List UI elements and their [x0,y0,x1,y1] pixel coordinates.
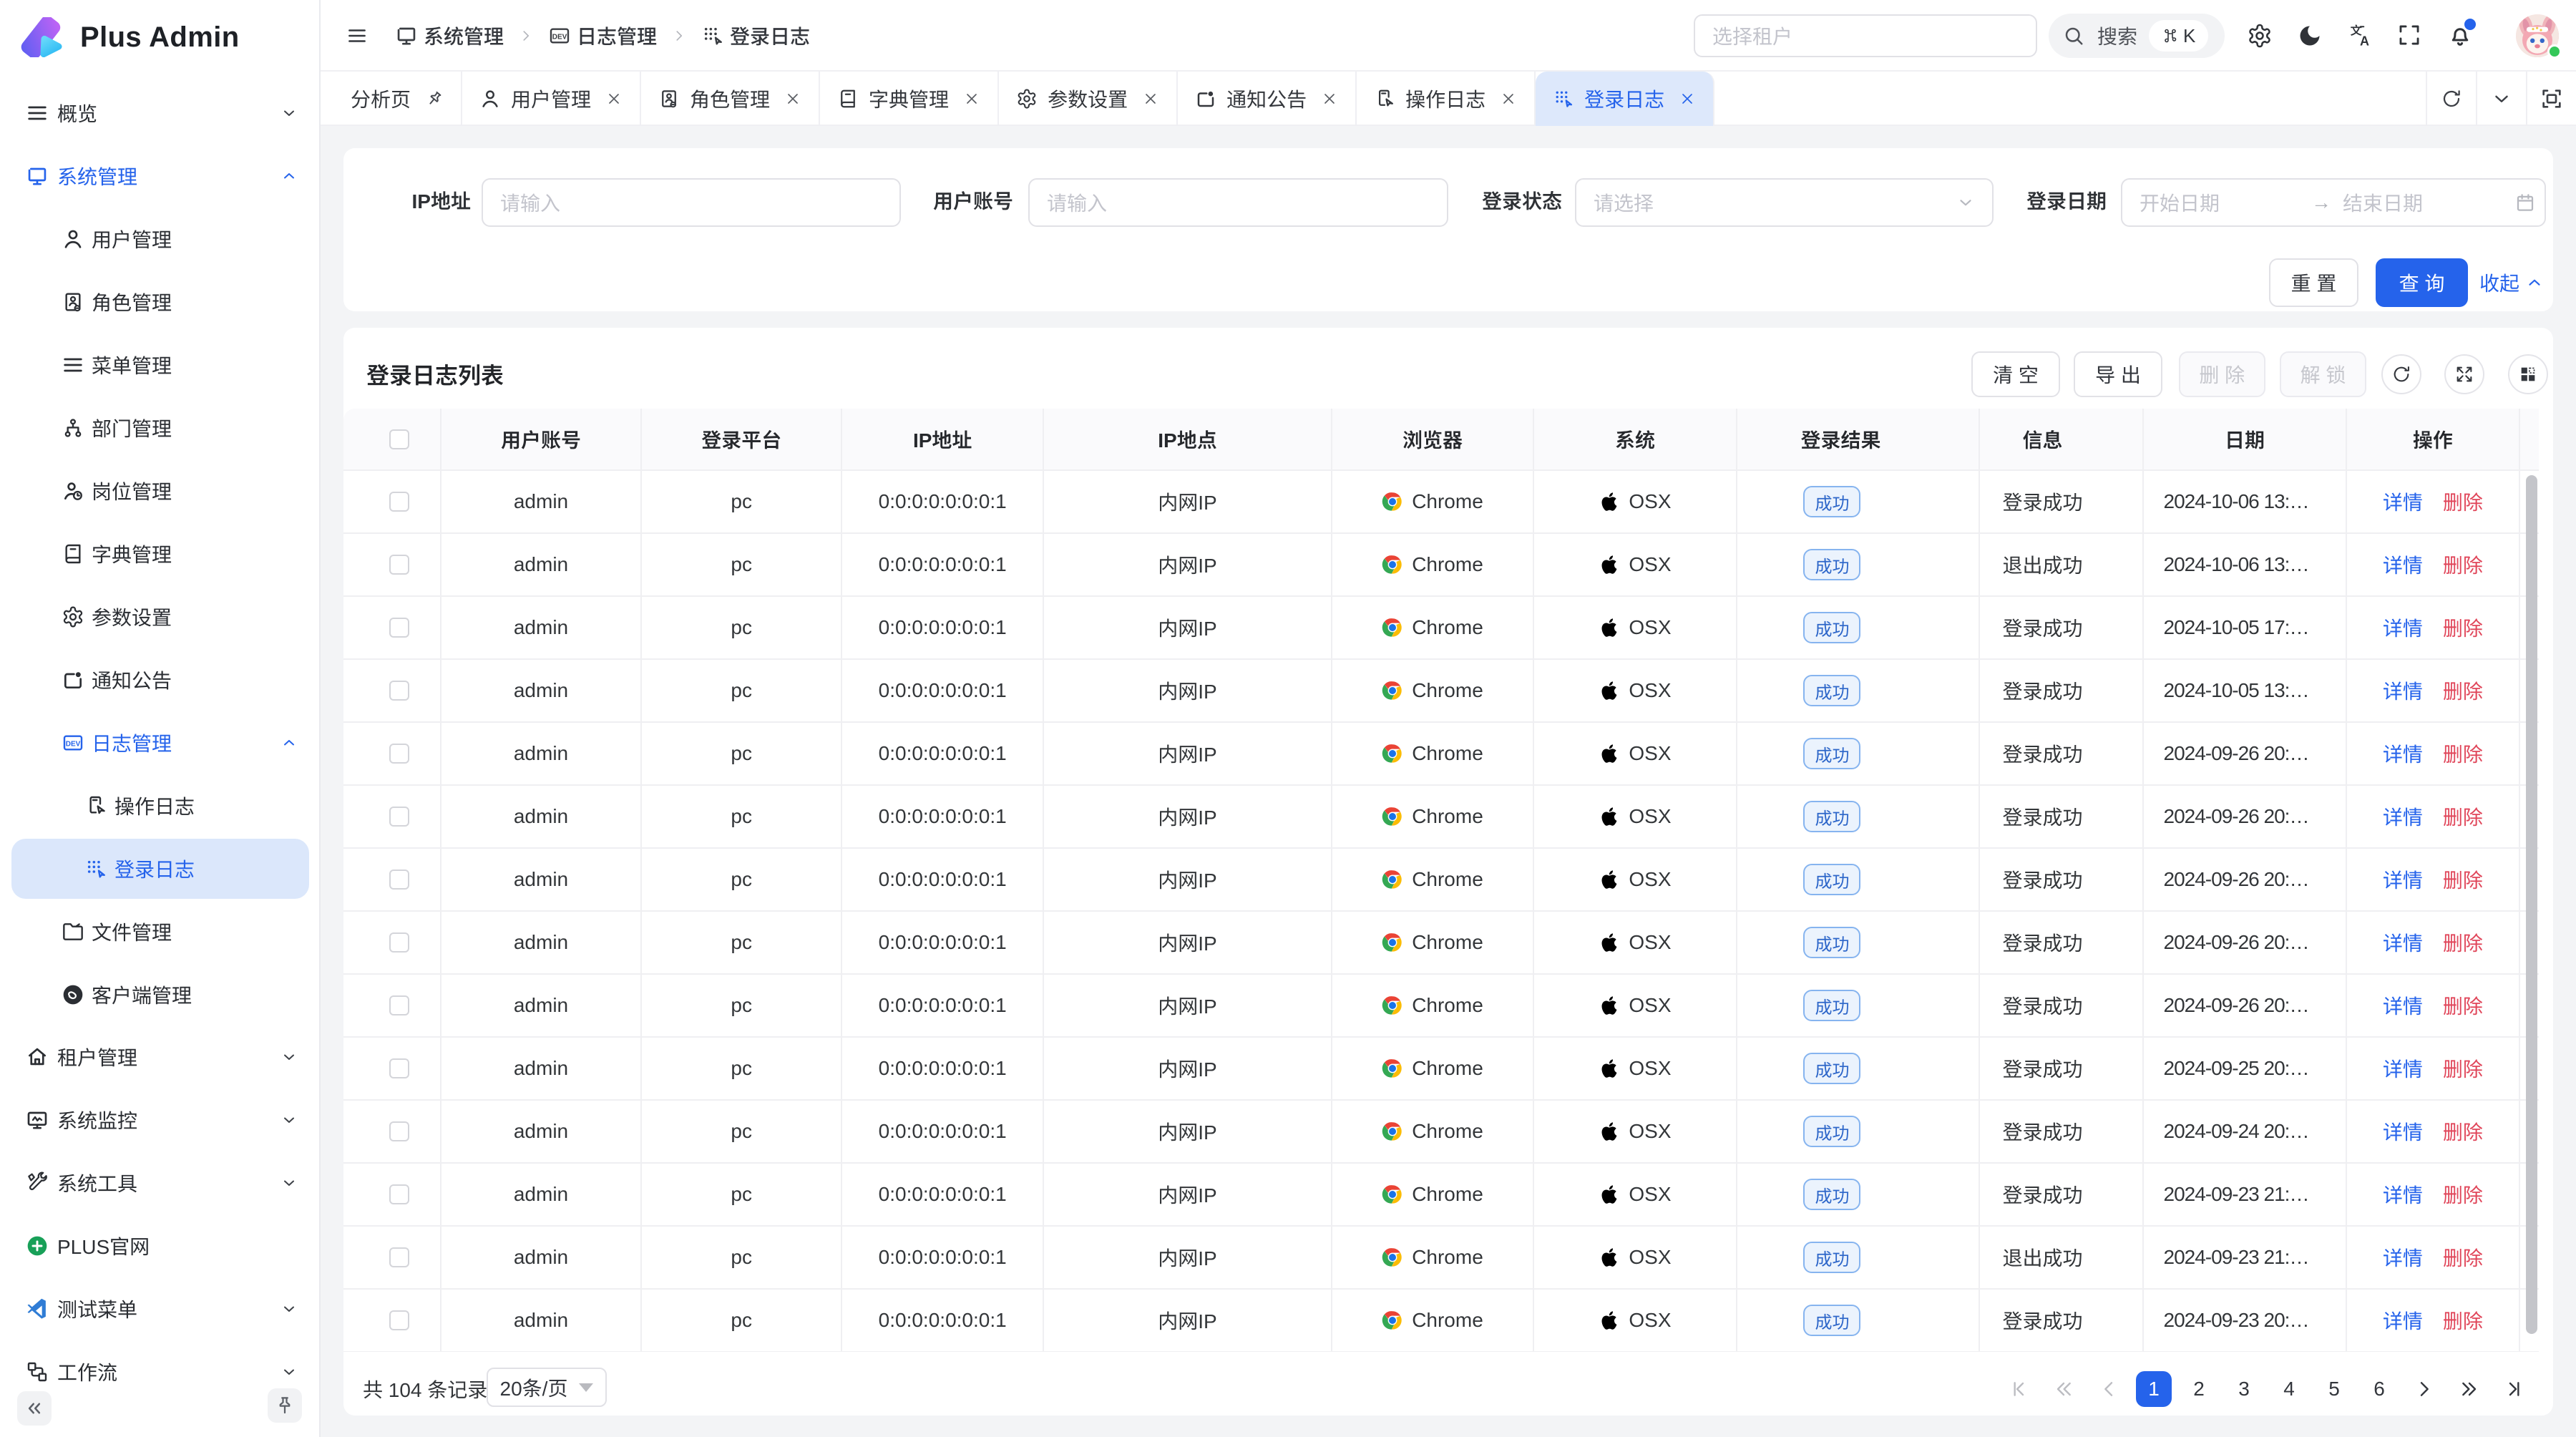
svg-text:DEV: DEV [552,34,567,42]
svg-text:A: A [2360,34,2369,49]
svg-text:DEV: DEV [66,741,81,749]
